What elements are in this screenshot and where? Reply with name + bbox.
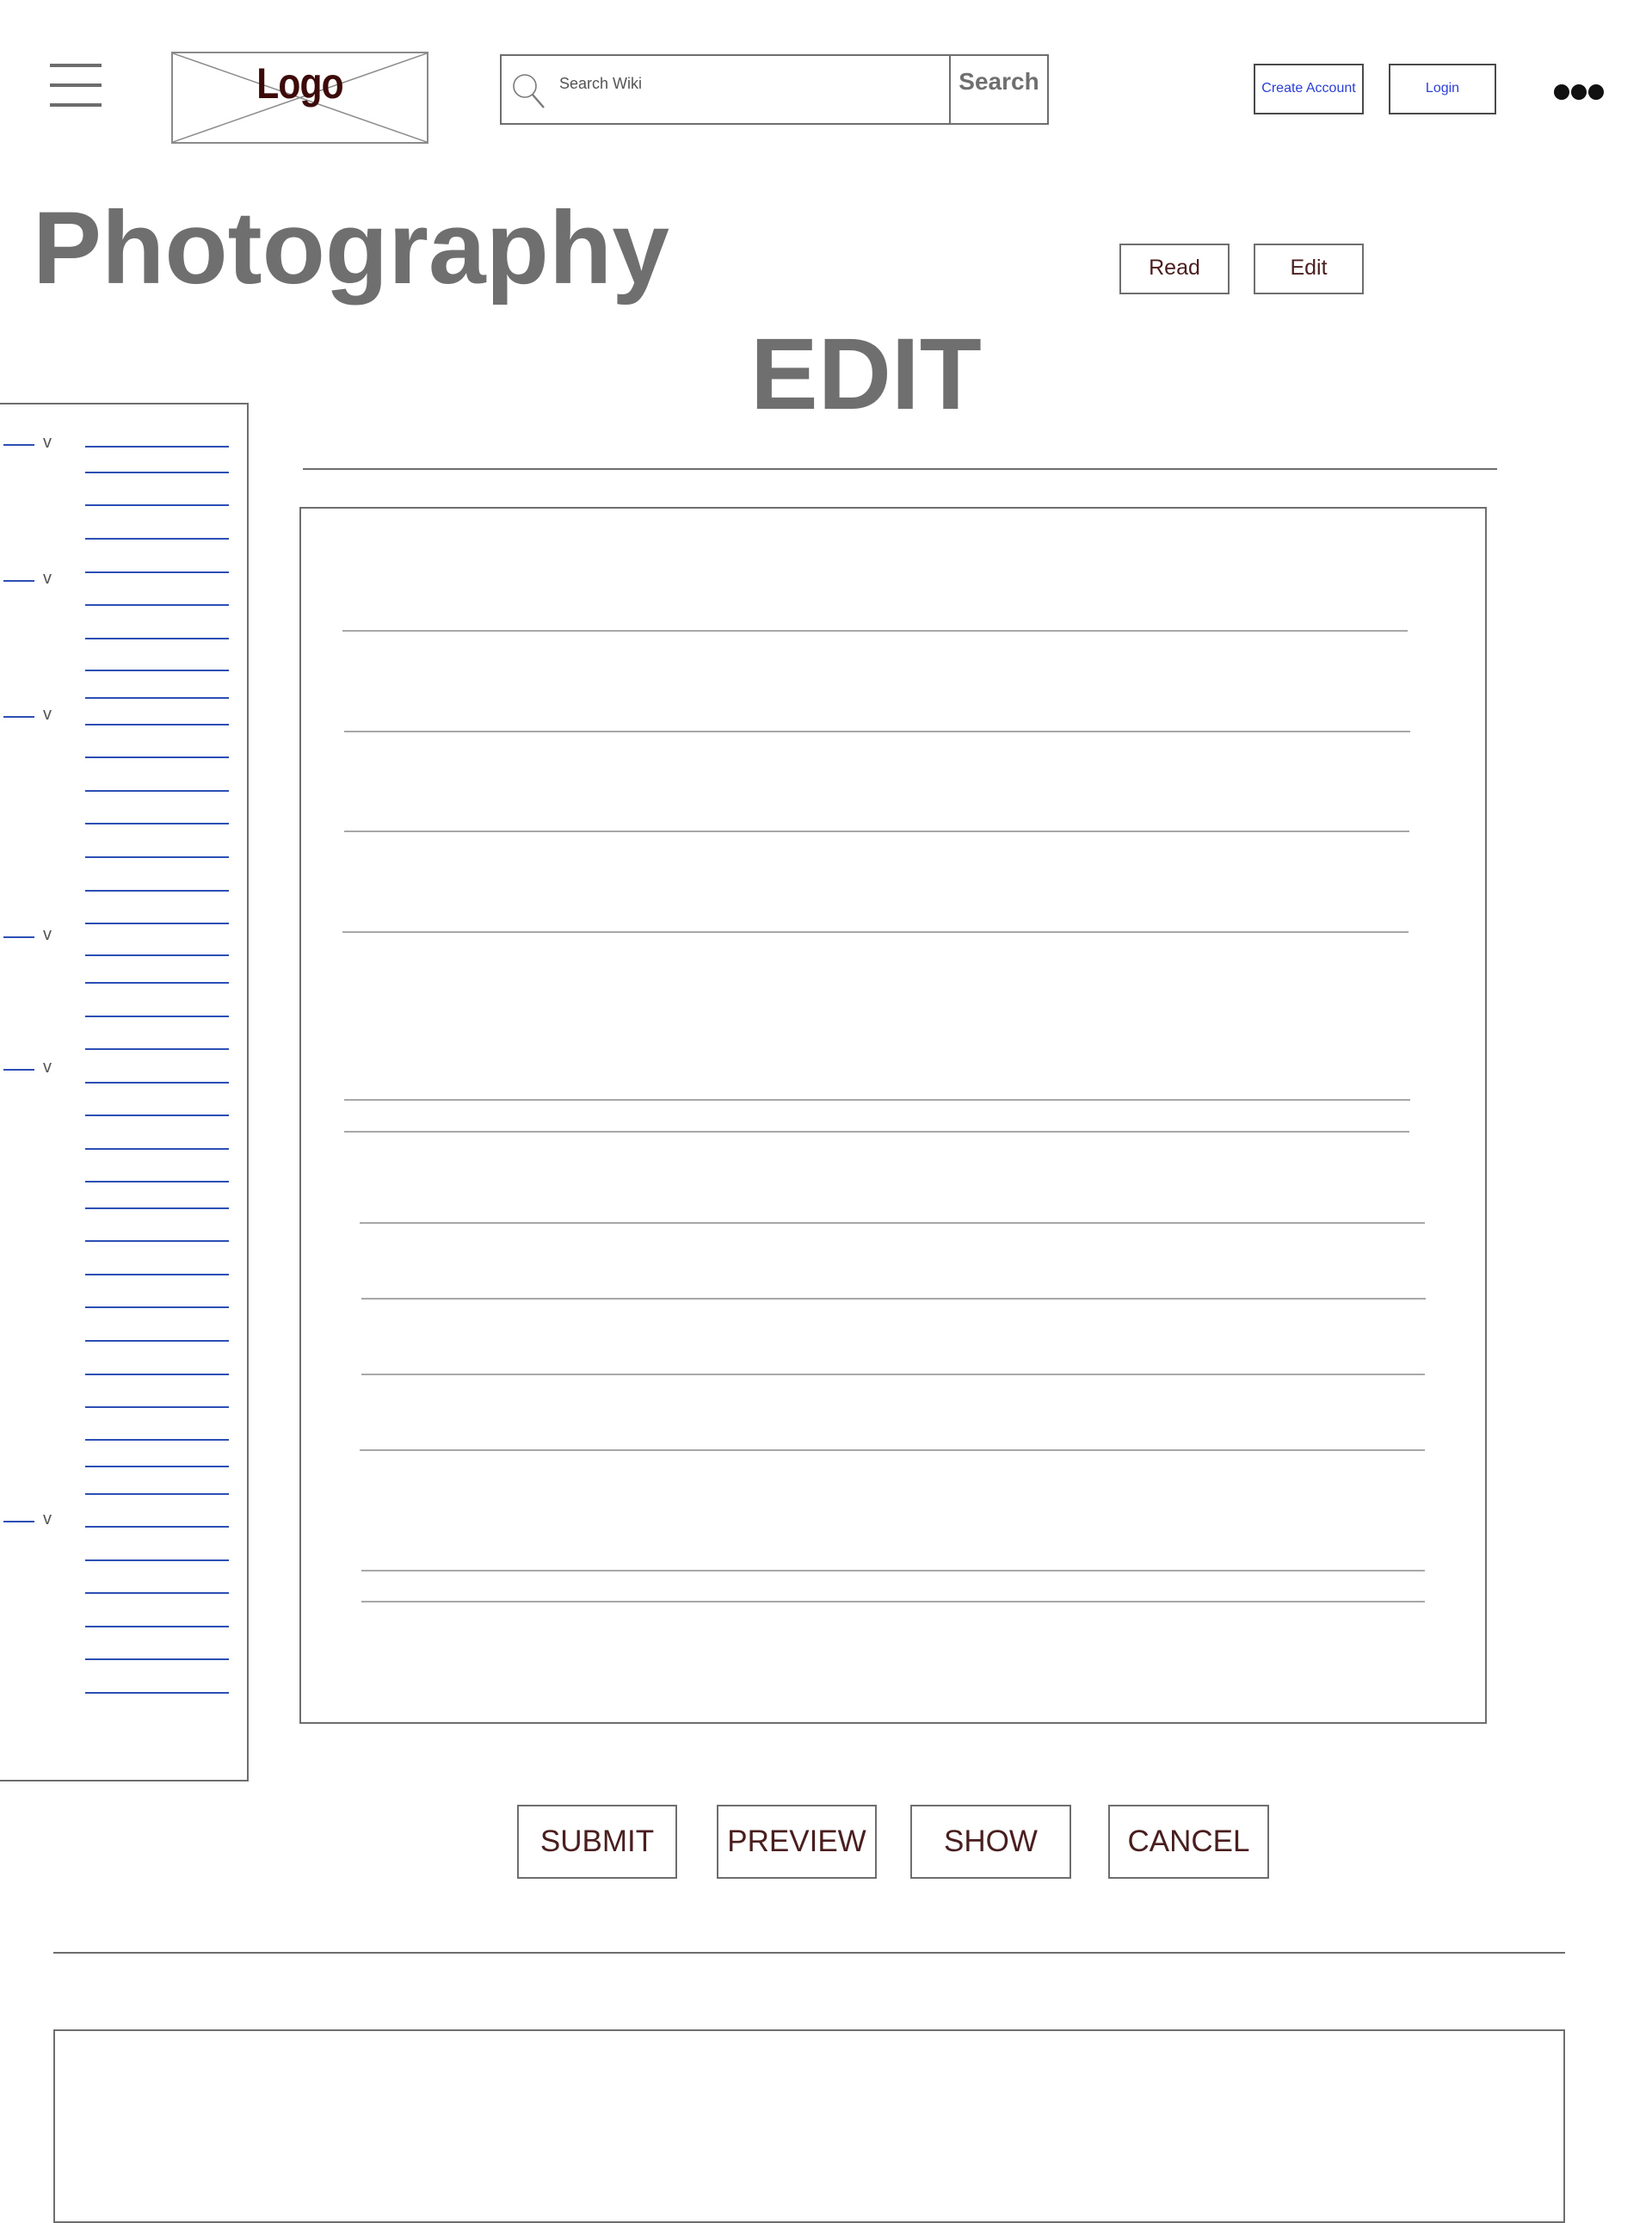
toc-link[interactable] <box>85 1592 229 1594</box>
submit-button[interactable]: SUBMIT <box>517 1805 677 1879</box>
toc-link[interactable] <box>85 856 229 858</box>
toc-section-marker <box>3 1521 34 1522</box>
toc-link[interactable] <box>85 638 229 639</box>
divider <box>303 468 1497 470</box>
toc-link[interactable] <box>85 604 229 606</box>
toc-link[interactable] <box>85 446 229 448</box>
toc-link[interactable] <box>85 1082 229 1084</box>
hamburger-menu-icon[interactable] <box>50 60 103 112</box>
toc-link[interactable] <box>85 1658 229 1660</box>
text-line-placeholder <box>344 1099 1410 1101</box>
login-button[interactable]: Login <box>1389 64 1496 114</box>
create-account-button[interactable]: Create Account <box>1254 64 1364 114</box>
toc-link[interactable] <box>85 1240 229 1242</box>
show-button[interactable]: SHOW <box>910 1805 1071 1879</box>
toc-section-toggle[interactable]: v <box>3 705 55 727</box>
toc-link[interactable] <box>85 1626 229 1627</box>
toc-link[interactable] <box>85 923 229 924</box>
toc-link[interactable] <box>85 1274 229 1275</box>
toc-link[interactable] <box>85 670 229 671</box>
chevron-down-icon: v <box>43 1058 52 1077</box>
toc-link[interactable] <box>85 790 229 792</box>
toc-section-marker <box>3 1069 34 1071</box>
footer-box <box>53 2029 1565 2223</box>
chevron-down-icon: v <box>43 569 52 588</box>
toc-link[interactable] <box>85 504 229 506</box>
toc-link[interactable] <box>85 1406 229 1408</box>
text-line-placeholder <box>342 931 1409 933</box>
toc-link[interactable] <box>85 1048 229 1050</box>
sidebar-toc: v v v v v v <box>0 403 249 1781</box>
text-line-placeholder <box>361 1570 1425 1572</box>
toc-section-marker <box>3 580 34 582</box>
toc-link[interactable] <box>85 538 229 540</box>
search-input[interactable] <box>559 72 938 95</box>
toc-link[interactable] <box>85 954 229 956</box>
toc-link[interactable] <box>85 1493 229 1495</box>
toc-link[interactable] <box>85 571 229 573</box>
toc-link[interactable] <box>85 1181 229 1183</box>
logo[interactable]: Logo <box>171 52 428 144</box>
preview-button[interactable]: PREVIEW <box>717 1805 877 1879</box>
toc-link[interactable] <box>85 1692 229 1694</box>
footer-divider <box>53 1952 1565 1954</box>
toc-link[interactable] <box>85 1374 229 1375</box>
chevron-down-icon: v <box>43 705 52 724</box>
toc-section-toggle[interactable]: v <box>3 925 55 948</box>
toc-link[interactable] <box>85 1148 229 1150</box>
toc-link[interactable] <box>85 823 229 824</box>
editor-textarea[interactable] <box>299 507 1487 1724</box>
text-line-placeholder <box>344 1131 1409 1133</box>
text-line-placeholder <box>360 1449 1425 1451</box>
logo-text: Logo <box>256 59 343 108</box>
tab-read[interactable]: Read <box>1119 244 1230 294</box>
toc-section-marker <box>3 936 34 938</box>
chevron-down-icon: v <box>43 1510 52 1528</box>
toc-section-toggle[interactable]: v <box>3 1510 55 1532</box>
toc-link[interactable] <box>85 1115 229 1116</box>
toc-section-toggle[interactable]: v <box>3 1058 55 1080</box>
text-line-placeholder <box>344 831 1409 832</box>
toc-section-toggle[interactable]: v <box>3 433 55 455</box>
toc-link[interactable] <box>85 1306 229 1308</box>
toc-link[interactable] <box>85 890 229 892</box>
toc-link[interactable] <box>85 1439 229 1441</box>
toc-section-toggle[interactable]: v <box>3 569 55 591</box>
text-line-placeholder <box>361 1298 1426 1300</box>
toc-link[interactable] <box>85 1559 229 1561</box>
text-line-placeholder <box>361 1374 1425 1375</box>
search-icon <box>513 74 545 108</box>
chevron-down-icon: v <box>43 925 52 944</box>
toc-link[interactable] <box>85 1526 229 1528</box>
edit-mode-heading: EDIT <box>750 318 982 431</box>
toc-link[interactable] <box>85 982 229 984</box>
toc-section-marker <box>3 444 34 446</box>
toc-link[interactable] <box>85 756 229 758</box>
text-line-placeholder <box>361 1601 1425 1602</box>
toc-link[interactable] <box>85 472 229 473</box>
toc-link[interactable] <box>85 1207 229 1209</box>
toc-link[interactable] <box>85 697 229 699</box>
toc-link[interactable] <box>85 1340 229 1342</box>
text-line-placeholder <box>342 630 1408 632</box>
chevron-down-icon: v <box>43 433 52 452</box>
page-title: Photography <box>33 190 669 306</box>
text-line-placeholder <box>360 1222 1425 1224</box>
search-button[interactable]: Search <box>949 54 1049 125</box>
cancel-button[interactable]: CANCEL <box>1108 1805 1269 1879</box>
tab-edit[interactable]: Edit <box>1254 244 1364 294</box>
toc-link[interactable] <box>85 1016 229 1017</box>
more-options-icon[interactable] <box>1549 81 1609 103</box>
toc-link[interactable] <box>85 1466 229 1467</box>
toc-link[interactable] <box>85 724 229 726</box>
text-line-placeholder <box>344 731 1410 732</box>
toc-section-marker <box>3 716 34 718</box>
